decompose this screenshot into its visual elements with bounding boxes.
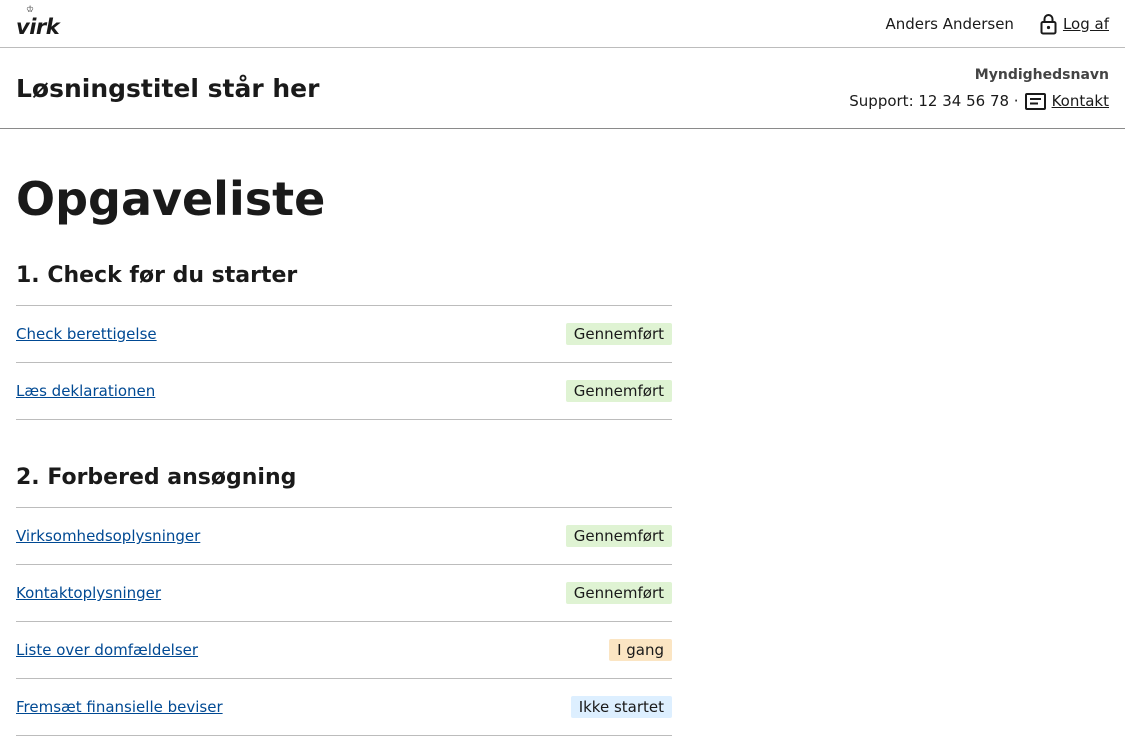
task-link-kontaktoplysninger[interactable]: Kontaktoplysninger (16, 584, 161, 602)
status-badge: Ikke startet (570, 696, 672, 718)
task-row: Check berettigelse Gennemført (16, 306, 672, 363)
lock-icon (1040, 13, 1057, 34)
solution-title: Løsningstitel står her (16, 73, 320, 103)
logo-text: virk (16, 14, 60, 39)
status-badge: Gennemført (565, 380, 672, 402)
portal-header: ♔ virk Anders Andersen Log af (0, 0, 1125, 48)
task-link-check-berettigelse[interactable]: Check berettigelse (16, 325, 157, 343)
task-row: Liste over domfældelser I gang (16, 622, 672, 679)
contact-label: Kontakt (1051, 92, 1109, 110)
status-badge: I gang (609, 639, 672, 661)
crown-icon: ♔ (26, 4, 35, 15)
task-link-virksomhedsoplysninger[interactable]: Virksomhedsoplysninger (16, 527, 200, 545)
task-section-check: 1. Check før du starter Check berettigel… (16, 245, 672, 420)
authority-info: Myndighedsnavn Support: 12 34 56 78 · Ko… (849, 62, 1109, 114)
task-link-laes-deklarationen[interactable]: Læs deklarationen (16, 382, 155, 400)
task-link-liste-over-domfaeldelser[interactable]: Liste over domfældelser (16, 641, 198, 659)
task-link-fremsaet-finansielle-beviser[interactable]: Fremsæt finansielle beviser (16, 698, 223, 716)
status-badge: Gennemført (565, 582, 672, 604)
task-row: Fremsæt finansielle beviser Ikke startet (16, 679, 672, 736)
authority-name: Myndighedsnavn (974, 67, 1109, 83)
task-row: Kontaktoplysninger Gennemført (16, 565, 672, 622)
main-content: Opgaveliste 1. Check før du starter Chec… (0, 173, 1125, 736)
status-badge: Gennemført (565, 323, 672, 345)
virk-logo[interactable]: ♔ virk (16, 5, 60, 39)
page-title: Opgaveliste (16, 172, 326, 226)
logout-label: Log af (1062, 14, 1109, 33)
task-row: Læs deklarationen Gennemført (16, 363, 672, 420)
status-badge: Gennemført (565, 525, 672, 547)
support-text: Support: 12 34 56 78 · (849, 92, 1019, 110)
logout-link[interactable]: Log af (1040, 13, 1109, 35)
user-name: Anders Andersen (885, 14, 1014, 33)
section-heading: 1. Check før du starter (16, 245, 672, 306)
support-line: Support: 12 34 56 78 · Kontakt (849, 88, 1109, 114)
task-row: Virksomhedsoplysninger Gennemført (16, 508, 672, 565)
contact-link[interactable]: Kontakt (1024, 88, 1109, 114)
task-section-prepare: 2. Forbered ansøgning Virksomhedsoplysni… (16, 447, 672, 736)
section-heading: 2. Forbered ansøgning (16, 447, 672, 508)
user-area: Anders Andersen Log af (885, 13, 1109, 35)
solution-header: Løsningstitel står her Myndighedsnavn Su… (0, 48, 1125, 129)
message-icon (1024, 92, 1046, 110)
